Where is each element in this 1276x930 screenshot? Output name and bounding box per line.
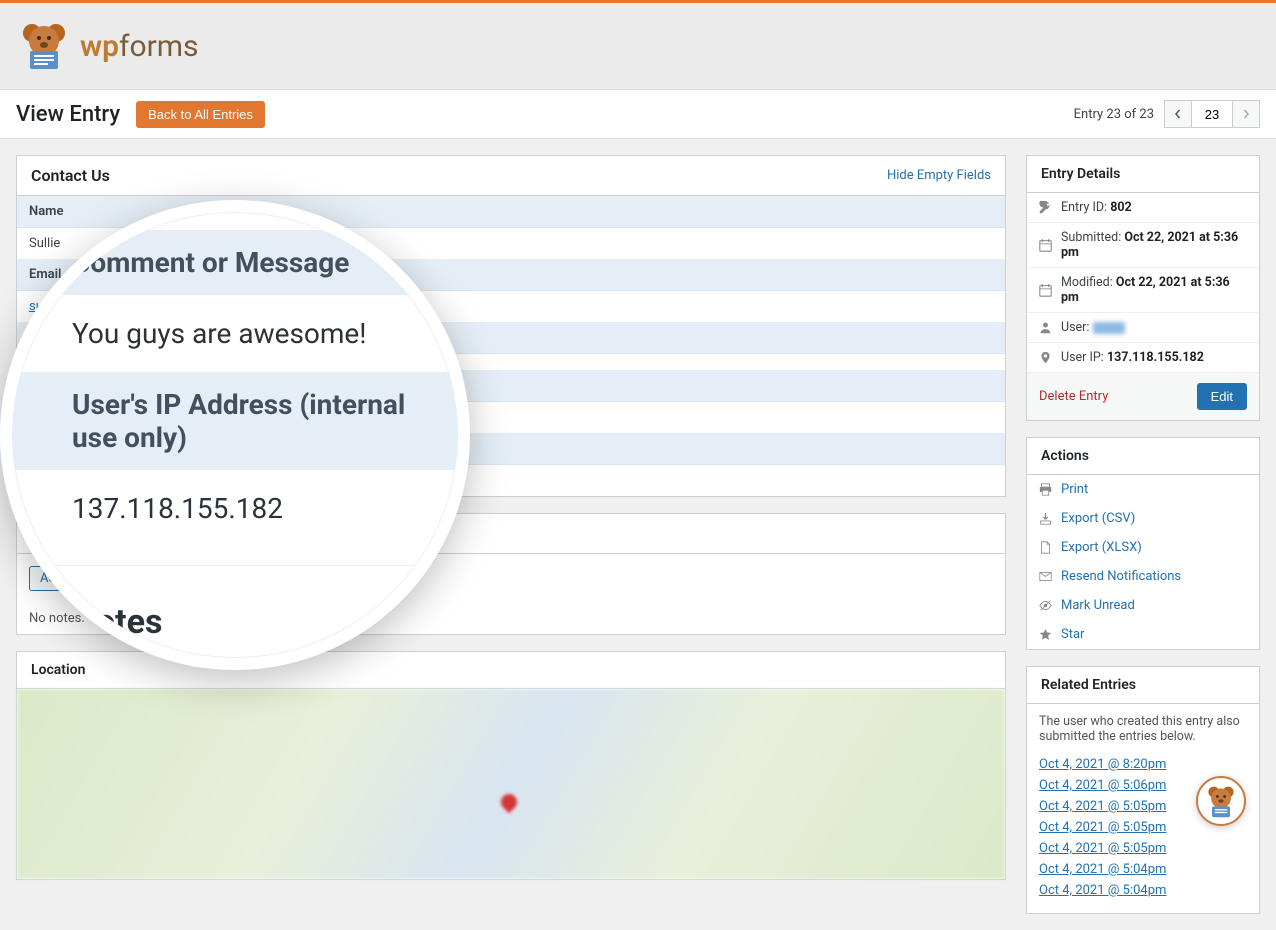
detail-user: User: [1027,313,1259,343]
user-icon [1039,321,1053,334]
action-export-csv[interactable]: Export (CSV) [1027,504,1259,533]
location-map[interactable] [17,689,1005,879]
detail-modified: Modified: Oct 22, 2021 at 5:36 pm [1027,268,1259,313]
file-icon [1039,541,1053,554]
action-export-xlsx[interactable]: Export (XLSX) [1027,533,1259,562]
map-pin-icon [498,790,521,813]
export-icon [1039,512,1053,525]
pager-prev-button[interactable] [1164,100,1192,128]
mag-field-value: 137.118.155.182 [72,470,418,547]
calendar-icon [1039,239,1053,252]
location-title: Location [31,662,85,678]
related-title: Related Entries [1041,677,1136,693]
back-to-entries-button[interactable]: Back to All Entries [136,101,265,128]
mag-field-label: User's IP Address (internal use only) [12,372,458,470]
key-icon [1039,201,1053,214]
form-name-title: Contact Us [31,166,110,185]
related-entry-link[interactable]: Oct 4, 2021 @ 5:05pm [1039,799,1166,814]
magnifier-overlay: Comment or Message You guys are awesome!… [0,200,470,670]
entry-pager [1164,100,1260,128]
logo-text: wpforms [80,29,199,64]
detail-submitted: Submitted: Oct 22, 2021 at 5:36 pm [1027,223,1259,268]
detail-entry-id: Entry ID: 802 [1027,193,1259,223]
envelope-icon [1039,570,1053,583]
user-name-blurred [1093,322,1125,334]
action-print[interactable]: Print [1027,475,1259,504]
location-panel: Location [16,651,1006,880]
actions-title: Actions [1041,448,1089,464]
page-header-bar: View Entry Back to All Entries Entry 23 … [0,90,1276,139]
entry-details-title: Entry Details [1041,166,1120,182]
detail-user-ip: User IP: 137.118.155.182 [1027,343,1259,372]
print-icon [1039,483,1053,496]
delete-entry-link[interactable]: Delete Entry [1039,389,1108,404]
pager-next-button[interactable] [1232,100,1260,128]
entry-counter-label: Entry 23 of 23 [1074,107,1154,122]
action-star[interactable]: Star [1027,620,1259,649]
related-desc: The user who created this entry also sub… [1027,704,1259,754]
wpforms-logo: wpforms [16,21,199,71]
logo-bear-icon [16,21,72,71]
location-pin-icon [1039,351,1053,364]
help-widget-button[interactable] [1196,776,1246,826]
pager-current-input[interactable] [1192,100,1232,128]
bear-help-icon [1203,783,1239,819]
related-entry-link[interactable]: Oct 4, 2021 @ 8:20pm [1039,757,1166,772]
mag-field-value: You guys are awesome! [72,295,418,372]
eye-slash-icon [1039,599,1053,612]
actions-panel: Actions Print Export (CSV) Export (XLSX)… [1026,437,1260,650]
related-entry-link[interactable]: Oct 4, 2021 @ 5:06pm [1039,778,1166,793]
entry-details-panel: Entry Details Entry ID: 802 Submitted: O… [1026,155,1260,421]
related-entry-link[interactable]: Oct 4, 2021 @ 5:04pm [1039,883,1166,898]
hide-empty-fields-link[interactable]: Hide Empty Fields [887,168,991,183]
calendar-icon [1039,284,1053,297]
action-resend-notifications[interactable]: Resend Notifications [1027,562,1259,591]
edit-entry-button[interactable]: Edit [1197,383,1247,410]
related-entry-link[interactable]: Oct 4, 2021 @ 5:04pm [1039,862,1166,877]
star-icon [1039,628,1053,641]
app-header: wpforms [0,3,1276,90]
related-entry-link[interactable]: Oct 4, 2021 @ 5:05pm [1039,820,1166,835]
action-mark-unread[interactable]: Mark Unread [1027,591,1259,620]
chevron-left-icon [1173,109,1183,119]
chevron-right-icon [1241,109,1251,119]
related-entry-link[interactable]: Oct 4, 2021 @ 5:05pm [1039,841,1166,856]
page-title: View Entry [16,102,120,127]
